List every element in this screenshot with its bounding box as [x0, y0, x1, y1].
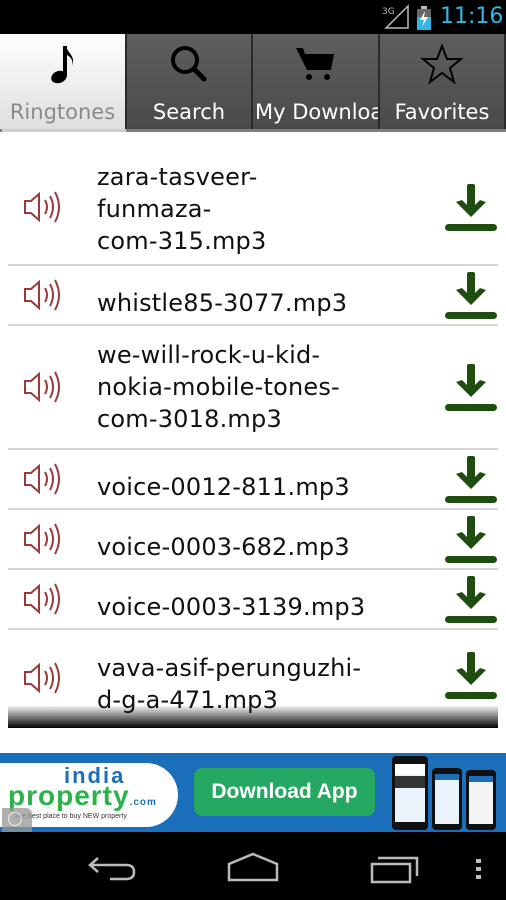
download-icon[interactable]: [444, 268, 498, 322]
home-icon[interactable]: [225, 852, 281, 884]
list-item[interactable]: whistle85-3077.mp3: [8, 266, 498, 326]
tab-favorites[interactable]: Favorites: [380, 34, 506, 130]
back-icon[interactable]: [88, 854, 138, 884]
download-icon[interactable]: [444, 512, 498, 566]
speaker-icon[interactable]: [22, 461, 64, 497]
speaker-icon[interactable]: [22, 521, 64, 557]
ringtone-name: we-will-rock-u-kid-nokia-mobile-tones-co…: [97, 341, 340, 433]
ringtone-name: voice-0003-682.mp3: [97, 533, 350, 561]
ringtone-name: zara-tasveer-funmaza-com-315.mp3: [97, 163, 267, 255]
ringtone-name: whistle85-3077.mp3: [97, 289, 348, 317]
download-icon[interactable]: [444, 360, 498, 414]
list-item[interactable]: voice-0003-682.mp3: [8, 510, 498, 570]
tab-ringtones[interactable]: Ringtones: [0, 34, 127, 130]
network-type: 3G: [382, 7, 395, 17]
ad-banner[interactable]: india property.com The best place to buy…: [0, 753, 506, 832]
speaker-icon[interactable]: [22, 581, 64, 617]
star-icon: [420, 43, 464, 85]
recents-icon[interactable]: [370, 854, 422, 884]
battery-charging-icon: [417, 6, 431, 30]
ringtone-name: vava-asif-perunguzhi-d-g-a-471.mp3: [97, 654, 362, 714]
navigation-bar: [0, 832, 506, 900]
speaker-icon[interactable]: [22, 660, 64, 696]
ad-download-app-button[interactable]: Download App: [194, 768, 375, 816]
clock: 11:16: [440, 4, 504, 29]
tab-label: Search: [152, 100, 226, 124]
tab-search[interactable]: Search: [127, 34, 253, 130]
music-note-icon: [50, 46, 73, 84]
search-icon: [171, 46, 207, 82]
status-bar: 3G 11:16: [0, 0, 506, 34]
download-icon[interactable]: [444, 180, 498, 234]
download-icon[interactable]: [444, 648, 498, 702]
download-icon[interactable]: [444, 452, 498, 506]
download-icon[interactable]: [444, 572, 498, 626]
ringtone-name: voice-0012-811.mp3: [97, 473, 350, 501]
ringtone-name: voice-0003-3139.mp3: [97, 593, 366, 621]
list-item[interactable]: we-will-rock-u-kid-nokia-mobile-tones-co…: [8, 326, 498, 450]
tab-my-downloads[interactable]: My Downloads: [253, 34, 380, 130]
ad-info-icon[interactable]: [2, 808, 32, 832]
cart-icon: [295, 48, 334, 80]
tab-label: My Downloads: [255, 100, 378, 124]
list-scroll-edge: [8, 706, 498, 728]
speaker-icon[interactable]: [22, 369, 64, 405]
tab-label: Ringtones: [9, 100, 116, 124]
speaker-icon[interactable]: [22, 277, 64, 313]
list-item[interactable]: voice-0003-3139.mp3: [8, 570, 498, 630]
ringtone-list[interactable]: zara-tasveer-funmaza-com-315.mp3 whistle…: [8, 150, 498, 728]
ad-phones-image: [392, 756, 496, 830]
tab-indicator-active: [2, 129, 126, 132]
list-item[interactable]: zara-tasveer-funmaza-com-315.mp3: [8, 150, 498, 266]
list-item[interactable]: voice-0012-811.mp3: [8, 450, 498, 510]
tab-bar: Ringtones Search My Downloads Favorites: [0, 34, 506, 132]
overflow-menu-icon[interactable]: [474, 858, 484, 882]
signal-3g-icon: 3G: [382, 4, 409, 29]
speaker-icon[interactable]: [22, 189, 64, 225]
tab-label: Favorites: [394, 100, 490, 124]
